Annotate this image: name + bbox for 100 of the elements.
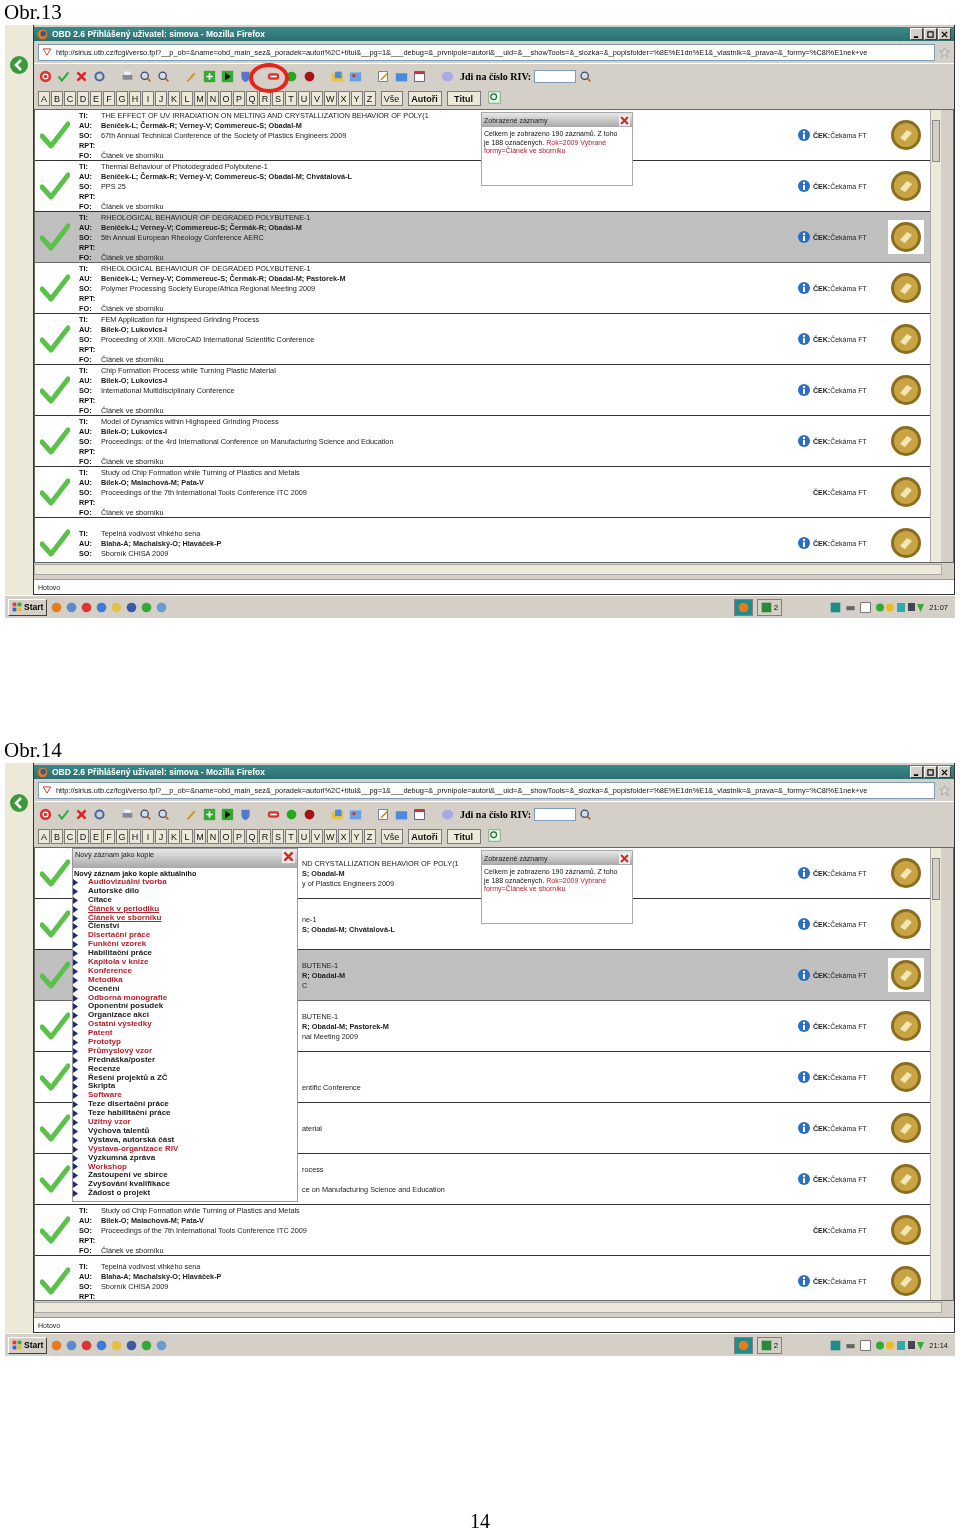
menu-item[interactable]: Odborná monografie [88, 993, 168, 1003]
edit-icon[interactable] [377, 807, 390, 821]
search-icon[interactable] [487, 90, 501, 104]
menu-item[interactable]: Článek v periodiku [88, 904, 160, 914]
coin-icon[interactable] [890, 959, 922, 991]
check-icon[interactable] [57, 807, 70, 821]
letter-button[interactable]: J [155, 829, 167, 844]
menu-item[interactable]: Disertační práce [88, 931, 151, 941]
search-icon[interactable] [579, 69, 593, 83]
horizontal-scrollbar[interactable] [34, 564, 942, 575]
letter-button[interactable]: Y [350, 829, 363, 844]
menu-item[interactable]: Zastoupení ve sbírce [88, 1171, 168, 1181]
search-icon[interactable] [487, 828, 501, 842]
letter-button[interactable]: O [220, 829, 232, 844]
letter-button[interactable]: S [272, 91, 284, 106]
menu-item[interactable]: Audiovizuální tvorba [88, 878, 167, 887]
scrollbar[interactable] [930, 110, 941, 562]
menu-item[interactable]: Ocenění [88, 984, 120, 994]
info-icon[interactable] [798, 969, 810, 981]
taskbar-button[interactable] [733, 1336, 753, 1354]
start-button[interactable]: Start [8, 1336, 48, 1354]
zoom-icon[interactable] [157, 69, 170, 83]
info-icon[interactable] [798, 231, 810, 243]
maximize-button[interactable] [924, 28, 937, 40]
letter-button[interactable]: L [181, 91, 193, 106]
letter-button[interactable]: J [155, 91, 167, 106]
menu-item[interactable]: Software [88, 1091, 122, 1101]
shield-icon[interactable] [239, 807, 252, 821]
letter-button[interactable]: I [142, 91, 154, 106]
letter-button[interactable]: G [116, 829, 128, 844]
menu-item[interactable]: Organizace akcí [88, 1011, 149, 1021]
launcher-icon[interactable] [126, 1339, 138, 1351]
info-icon[interactable] [798, 333, 810, 345]
minimize-button[interactable] [910, 28, 923, 40]
menu-item[interactable]: Výchova talentů [88, 1126, 150, 1136]
stop-icon[interactable] [303, 807, 316, 821]
menu-item[interactable]: Teze habilitační práce [88, 1109, 171, 1119]
record-row[interactable] [35, 1205, 930, 1256]
delete-icon[interactable] [75, 69, 88, 83]
letter-button[interactable]: Y [350, 91, 363, 106]
coin-icon[interactable] [890, 1112, 922, 1144]
info-icon[interactable] [798, 537, 810, 549]
letter-button[interactable]: Q [246, 91, 258, 106]
close-icon[interactable] [282, 850, 295, 863]
letter-button[interactable]: H [129, 829, 141, 844]
filter-button[interactable]: Titul [446, 91, 481, 106]
taskbar-button[interactable] [733, 598, 753, 616]
letter-button[interactable]: E [90, 829, 102, 844]
delete-icon[interactable] [75, 807, 88, 821]
info-icon[interactable] [798, 918, 810, 930]
stop-icon[interactable] [303, 69, 316, 83]
launcher-icon[interactable] [66, 1339, 78, 1351]
letter-button[interactable]: C [64, 829, 76, 844]
folder-icon[interactable] [331, 807, 344, 821]
launcher-icon[interactable] [96, 601, 108, 613]
letter-button[interactable]: Z [363, 91, 376, 106]
menu-item[interactable]: Členství [88, 922, 120, 932]
letter-button[interactable]: G [116, 91, 128, 106]
letter-button[interactable]: V [311, 829, 323, 844]
image-icon[interactable] [349, 69, 362, 83]
letter-button[interactable]: I [142, 829, 154, 844]
power-icon[interactable] [39, 69, 52, 83]
riv-number-field[interactable] [534, 807, 577, 821]
start-button[interactable]: Start [8, 598, 48, 616]
info-icon[interactable] [798, 1122, 810, 1134]
menu-item[interactable]: Užitný vzor [88, 1118, 131, 1127]
letter-button[interactable]: R [259, 91, 271, 106]
launcher-icon[interactable] [96, 1339, 108, 1351]
horizontal-scrollbar[interactable] [34, 1302, 942, 1313]
star-icon[interactable] [939, 46, 950, 58]
menu-item[interactable]: Oponentní posudek [88, 1002, 164, 1012]
close-icon[interactable] [619, 114, 630, 126]
window-icon[interactable] [413, 807, 426, 821]
info-icon[interactable] [798, 1071, 810, 1083]
taskbar-button[interactable]: 2 [756, 598, 783, 616]
coin-icon[interactable] [890, 119, 922, 151]
letter-button[interactable]: L [181, 829, 193, 844]
letter-button[interactable]: B [51, 91, 63, 106]
play-icon[interactable] [221, 69, 234, 83]
letter-button[interactable]: V [311, 91, 323, 106]
filter-button[interactable]: Vše [380, 91, 403, 106]
menu-item[interactable]: Kapitola v knize [88, 958, 149, 967]
menu-item[interactable]: Přednáška/poster [88, 1055, 156, 1065]
letter-button[interactable]: C [64, 91, 76, 106]
letter-button[interactable]: M [194, 91, 206, 106]
filter-button[interactable]: Titul [446, 829, 481, 844]
letter-button[interactable]: U [298, 829, 310, 844]
coin-icon[interactable] [890, 476, 922, 508]
launcher-icon[interactable] [81, 1339, 93, 1351]
plus-icon[interactable] [203, 69, 216, 83]
close-button[interactable] [938, 766, 951, 778]
close-icon[interactable] [619, 852, 630, 864]
menu-item[interactable]: Habilitační práce [88, 949, 153, 959]
maximize-button[interactable] [924, 766, 937, 778]
menu-item[interactable]: Recenze [88, 1064, 121, 1074]
info-icon[interactable] [798, 129, 810, 141]
info-icon[interactable] [798, 1020, 810, 1032]
letter-button[interactable]: T [285, 829, 297, 844]
letter-button[interactable]: P [233, 829, 245, 844]
letter-button[interactable]: K [168, 91, 180, 106]
